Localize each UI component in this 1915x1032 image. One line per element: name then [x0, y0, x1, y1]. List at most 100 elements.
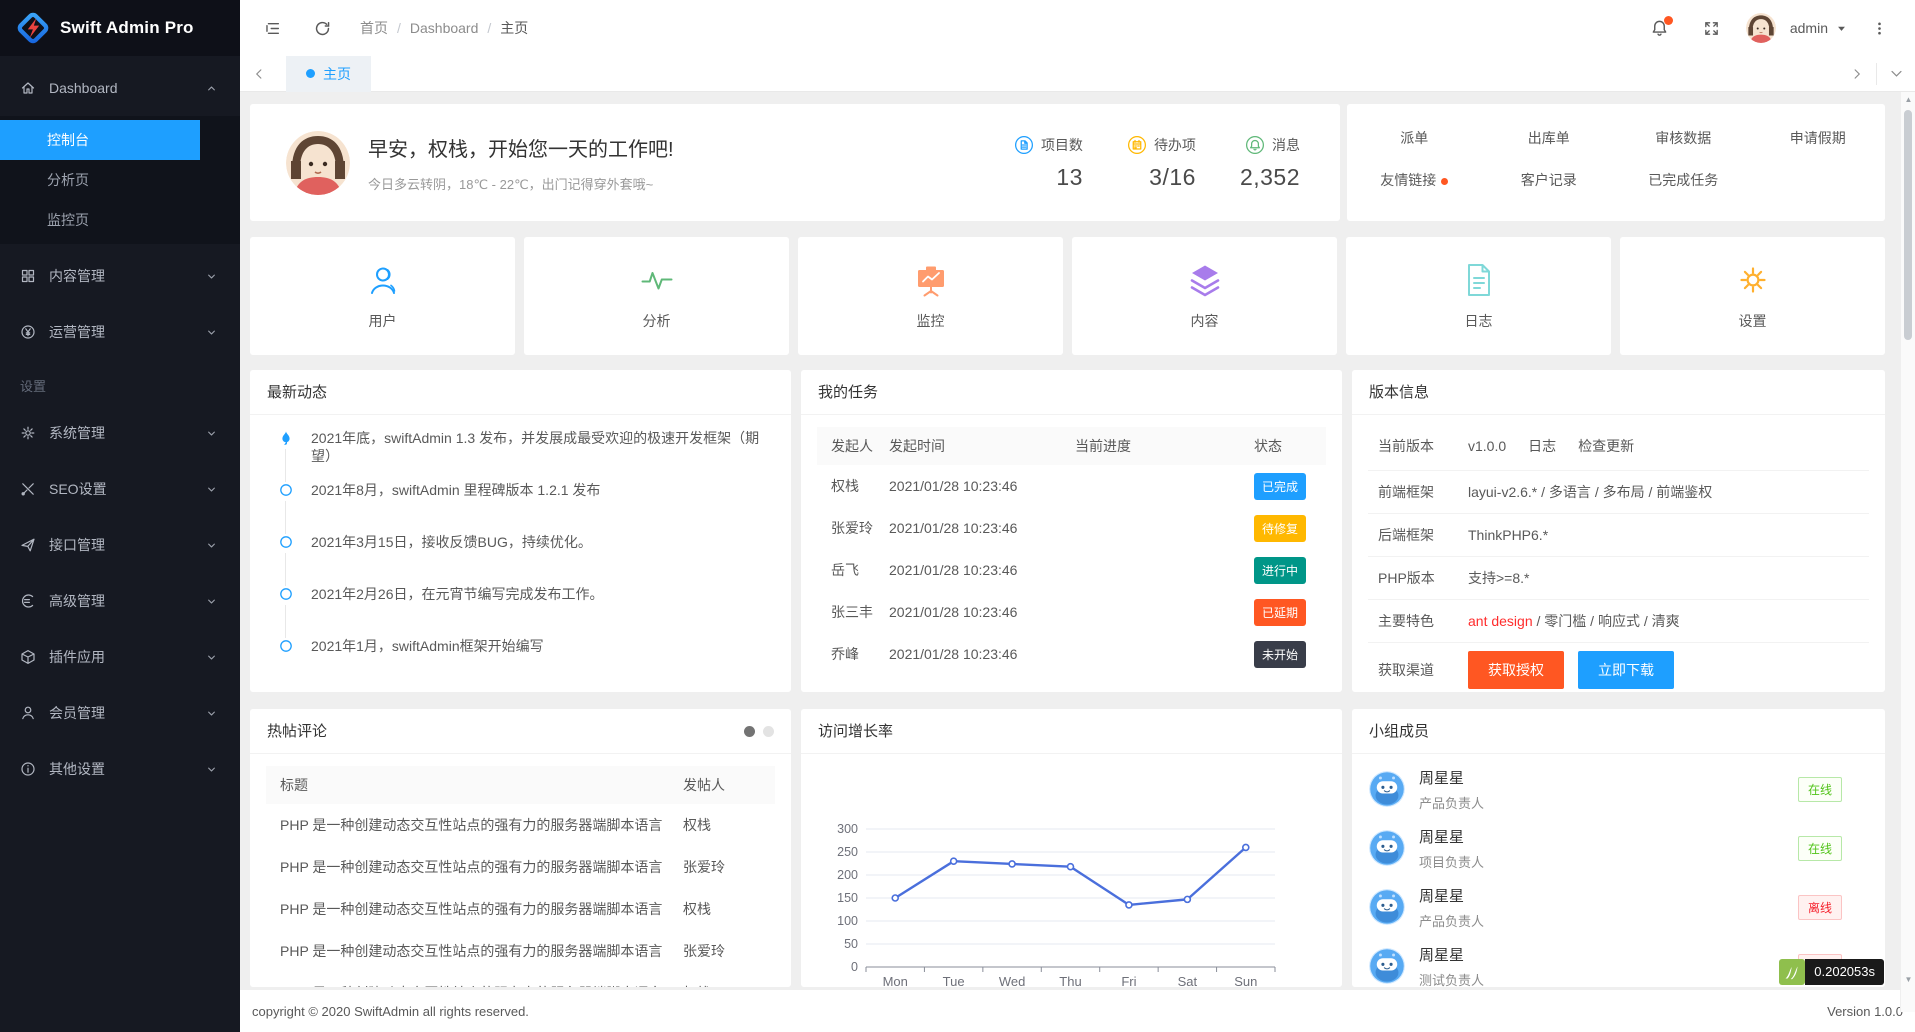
download-now-button[interactable]: 立即下载 [1578, 651, 1674, 689]
sidebar-item-other-settings[interactable]: 其他设置 [0, 745, 240, 793]
activity-item: 2021年1月，swiftAdmin框架开始编写 [278, 637, 775, 689]
user-icon [365, 262, 401, 298]
welcome-weather: 今日多云转阴，18℃ - 22℃，出门记得穿外套哦~ [368, 174, 674, 193]
svg-text:50: 50 [844, 937, 858, 951]
quick-link-completed-tasks[interactable]: 已完成任务 [1616, 170, 1751, 190]
post-title[interactable]: PHP 是一种创建动态交互性站点的强有力的服务器端脚本语言 [266, 815, 683, 835]
runtime-value: 0.202053s [1805, 959, 1884, 985]
carousel-dot-active[interactable] [744, 726, 755, 737]
quick-link-outbound-order[interactable]: 出库单 [1482, 128, 1617, 148]
svg-text:100: 100 [837, 914, 858, 928]
logo-icon [16, 11, 50, 45]
task-status-badge: 进行中 [1254, 557, 1306, 584]
hot-posts-title: 热帖评论 [267, 709, 327, 754]
sidebar-item-seo-settings[interactable]: SEO设置 [0, 465, 240, 513]
shortcut-analysis[interactable]: 分析 [524, 237, 789, 355]
stat-value: 13 [1056, 164, 1083, 191]
version-link[interactable]: 日志 [1528, 438, 1556, 454]
team-member-row: 周星星产品负责人在线 [1369, 764, 1868, 814]
user-avatar[interactable] [1746, 13, 1776, 43]
hot-posts-table: 标题发帖人PHP 是一种创建动态交互性站点的强有力的服务器端脚本语言权栈PHP … [266, 766, 775, 987]
member-avatar [1369, 771, 1405, 807]
breadcrumb-item[interactable]: 首页 [360, 18, 388, 38]
send-icon [20, 537, 36, 553]
version-row: 当前版本v1.0.0日志检查更新 [1368, 421, 1869, 471]
scrollbar-thumb[interactable] [1904, 110, 1912, 340]
scroll-up-icon[interactable]: ▲ [1901, 92, 1915, 106]
menu-collapse-icon[interactable] [254, 10, 290, 46]
red-dot [1441, 178, 1448, 185]
post-title[interactable]: PHP 是一种创建动态交互性站点的强有力的服务器端脚本语言 [266, 941, 683, 961]
quick-link-friend-links[interactable]: 友情链接 [1347, 170, 1482, 190]
tab-scroll-left-icon[interactable] [240, 56, 278, 92]
post-author: 权栈 [683, 899, 775, 919]
tab-scroll-right-icon[interactable] [1838, 56, 1876, 92]
breadcrumb-item[interactable]: Dashboard [410, 20, 479, 36]
sidebar-item-dashboard[interactable]: Dashboard [0, 64, 240, 112]
welcome-card: 早安，权栈，开始您一天的工作吧! 今日多云转阴，18℃ - 22℃，出门记得穿外… [250, 104, 1340, 221]
sidebar-item-content-management[interactable]: 内容管理 [0, 252, 240, 300]
post-author: 张爱玲 [683, 941, 775, 961]
yen-icon [20, 324, 36, 340]
version-link[interactable]: 检查更新 [1578, 438, 1634, 454]
tab-home[interactable]: 主页 [286, 56, 371, 92]
quick-link-dispatch-order[interactable]: 派单 [1347, 128, 1482, 148]
pulse-icon [639, 262, 675, 298]
task-time: 2021/01/28 10:23:46 [889, 562, 1075, 578]
home-icon [20, 80, 36, 96]
shortcut-users[interactable]: 用户 [250, 237, 515, 355]
welcome-stats: 项目数13待办项3/16消息2,352 [1014, 135, 1300, 191]
carousel-dot[interactable] [763, 726, 774, 737]
post-title[interactable]: PHP 是一种创建动态交互性站点的强有力的服务器端脚本语言 [266, 857, 683, 877]
shortcut-logs[interactable]: 日志 [1346, 237, 1611, 355]
shortcut-settings[interactable]: 设置 [1620, 237, 1885, 355]
activity-item: 2021年8月，swiftAdmin 里程碑版本 1.2.1 发布 [278, 481, 775, 533]
quick-link-audit-data[interactable]: 审核数据 [1616, 128, 1751, 148]
quick-link-leave-request[interactable]: 申请假期 [1751, 128, 1886, 148]
tab-bar: 主页 [240, 56, 1915, 92]
sidebar-item-member-management[interactable]: 会员管理 [0, 689, 240, 737]
svg-text:Tue: Tue [943, 974, 965, 986]
gear-icon [1735, 262, 1771, 298]
username[interactable]: admin [1790, 20, 1828, 36]
sidebar-item-operations-management[interactable]: 运营管理 [0, 308, 240, 356]
breadcrumb-item[interactable]: 主页 [500, 18, 528, 38]
post-title[interactable]: PHP 是一种创建动态交互性站点的强有力的服务器端脚本语言 [266, 983, 683, 987]
sidebar-subitem-analysis-page[interactable]: 分析页 [0, 160, 240, 200]
sidebar-item-plugin-apps[interactable]: 插件应用 [0, 633, 240, 681]
log-icon [1461, 262, 1497, 298]
member-role: 测试负责人 [1419, 970, 1484, 988]
more-menu-icon[interactable] [1861, 10, 1897, 46]
version-row: 前端框架layui-v2.6.* / 多语言 / 多布局 / 前端鉴权 [1368, 471, 1869, 514]
post-author: 权栈 [683, 983, 775, 987]
stat-file-icon [1014, 135, 1034, 155]
sidebar-item-system-management[interactable]: 系统管理 [0, 409, 240, 457]
get-license-button[interactable]: 获取授权 [1468, 651, 1564, 689]
scroll-down-icon[interactable]: ▼ [1901, 972, 1915, 986]
sidebar-subitem-monitor-page[interactable]: 监控页 [0, 200, 240, 240]
notifications-button[interactable] [1642, 10, 1678, 46]
shortcut-content[interactable]: 内容 [1072, 237, 1337, 355]
chevron-down-icon [205, 483, 218, 496]
sidebar-item-advanced-management[interactable]: 高级管理 [0, 577, 240, 625]
notification-dot [1664, 16, 1673, 25]
welcome-greeting: 早安，权栈，开始您一天的工作吧! [368, 133, 674, 162]
sidebar-subitem-console[interactable]: 控制台 [0, 120, 200, 160]
sidebar-item-api-management[interactable]: 接口管理 [0, 521, 240, 569]
task-initiator: 权栈 [817, 476, 889, 496]
fullscreen-icon[interactable] [1694, 10, 1730, 46]
tab-menu-icon[interactable] [1877, 56, 1915, 92]
stat-项目数: 项目数13 [1014, 135, 1083, 191]
post-title[interactable]: PHP 是一种创建动态交互性站点的强有力的服务器端脚本语言 [266, 899, 683, 919]
quick-links-card: 派单出库单审核数据申请假期友情链接客户记录已完成任务 [1347, 104, 1885, 221]
caret-down-icon[interactable] [1836, 23, 1847, 34]
vertical-scrollbar[interactable]: ▲ ▼ [1900, 92, 1915, 1012]
svg-text:0: 0 [851, 960, 858, 974]
refresh-icon[interactable] [304, 10, 340, 46]
shortcut-monitor[interactable]: 监控 [798, 237, 1063, 355]
stat-value: 2,352 [1240, 164, 1300, 191]
stat-消息: 消息2,352 [1240, 135, 1300, 191]
task-time: 2021/01/28 10:23:46 [889, 478, 1075, 494]
app-logo[interactable]: Swift Admin Pro [0, 0, 240, 56]
quick-link-customer-records[interactable]: 客户记录 [1482, 170, 1617, 190]
